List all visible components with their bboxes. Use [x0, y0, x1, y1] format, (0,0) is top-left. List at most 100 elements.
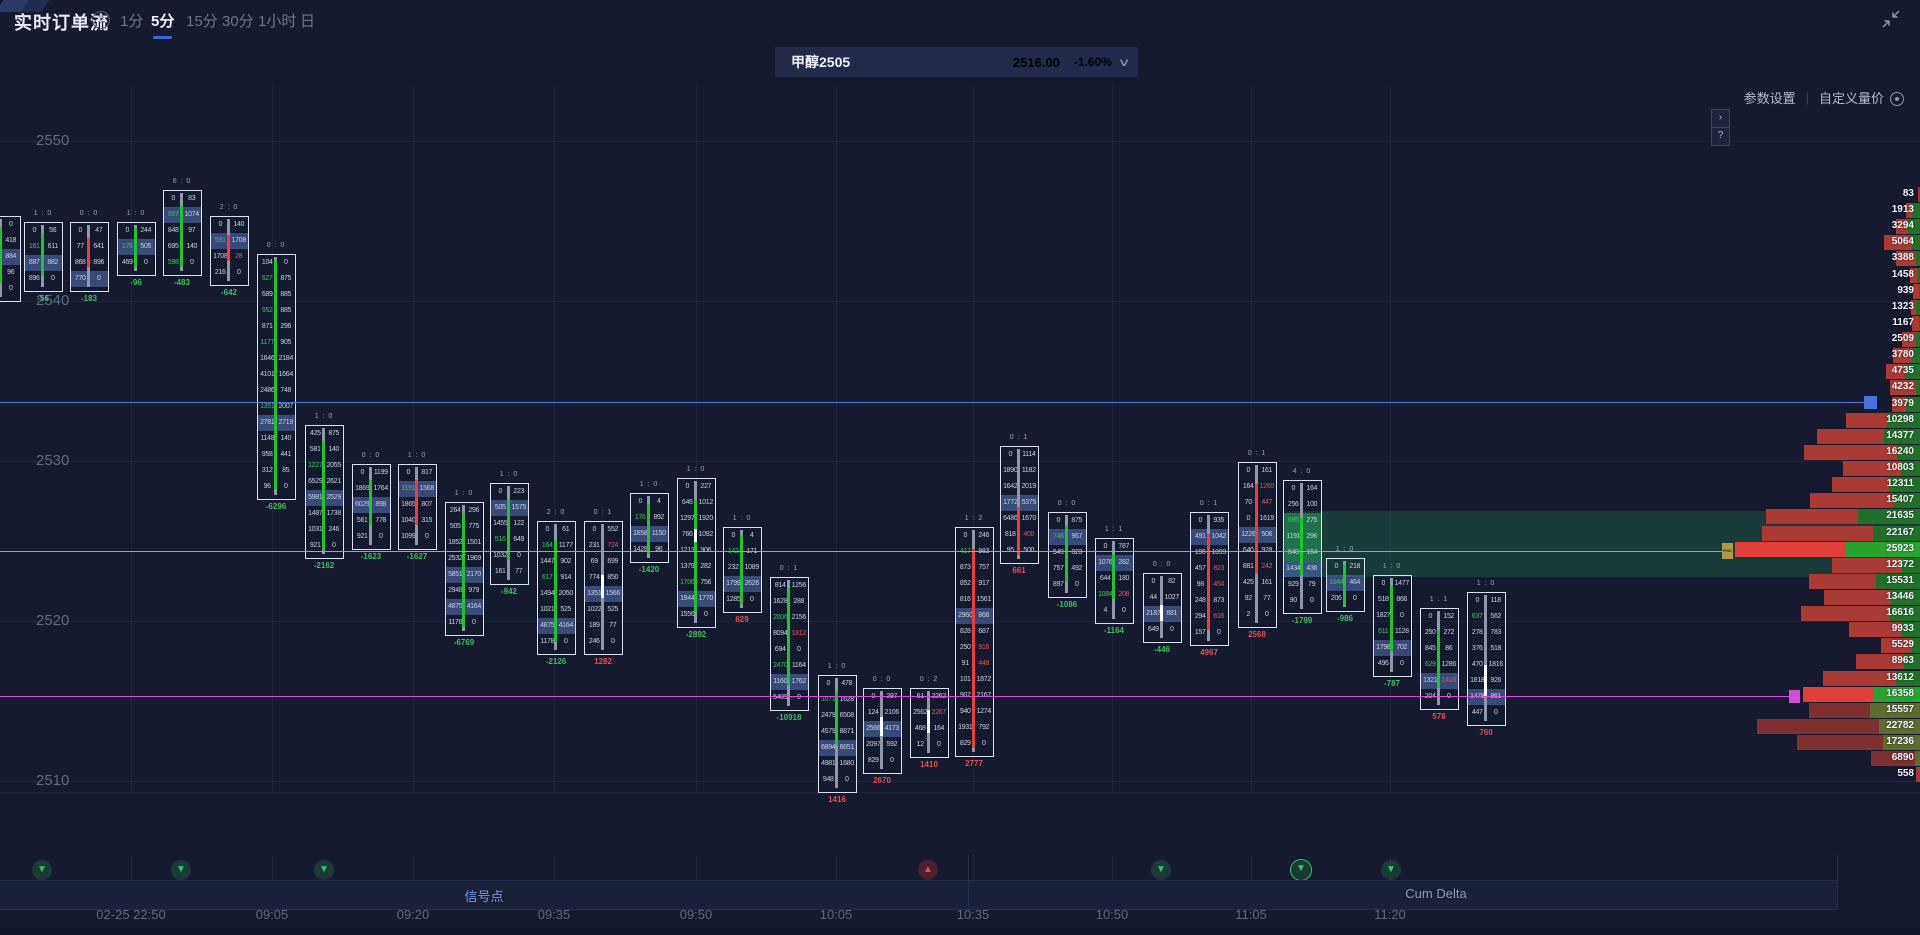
footprint-candle[interactable]: 0414217123210891799262612850 [723, 527, 762, 613]
upper-blue-marker[interactable] [1864, 396, 1877, 409]
profile-row[interactable]: 25923 [1720, 542, 1920, 557]
footprint-candle[interactable]: 0835571074848976951405980 [163, 190, 202, 276]
footprint-candle[interactable]: 047776418688967700 [70, 222, 109, 292]
footprint-candle[interactable]: 8141256162828820062156809418126940247011… [770, 577, 809, 711]
candle-delta-label: -1086 [1057, 600, 1077, 609]
ask-volume: 164 [1303, 481, 1322, 497]
ask-volume: 6651 [838, 740, 857, 756]
footprint-candle[interactable]: 1040627875689885952885871296117790516462… [257, 254, 296, 500]
profile-row[interactable]: 3294 [1720, 219, 1920, 234]
profile-row[interactable]: 1913 [1720, 203, 1920, 218]
footprint-candle[interactable]: 0417689216581150142896 [630, 493, 669, 563]
footprint-candle[interactable]: 0611641177144790261791414942050102152548… [537, 521, 576, 655]
footprint-candle[interactable]: 0111418901182164220191772537564861670818… [1000, 446, 1039, 564]
footprint-candle[interactable]: 61226225622267468164120 [910, 688, 949, 758]
profile-row[interactable]: 3780 [1720, 348, 1920, 363]
footprint-candle[interactable]: 0161164126070447016191226506640928881242… [1238, 462, 1277, 628]
ask-volume: 6508 [838, 708, 857, 724]
footprint-candle[interactable]: 011991869176460298985617789210 [352, 464, 391, 550]
footprint-candle[interactable]: 0246417983873757852917816156129608688286… [955, 527, 994, 757]
order-flow-app: 实时订单流 ? 1分5分15分30分1小时日 甲醇2505 2516.00 -1… [0, 0, 1920, 935]
profile-row[interactable]: 16240 [1720, 445, 1920, 460]
buy-signal-icon[interactable]: ▼ [1151, 860, 1171, 880]
profile-row[interactable]: 15531 [1720, 574, 1920, 589]
profile-row[interactable]: 13446 [1720, 590, 1920, 605]
profile-row[interactable]: 16358 [1720, 687, 1920, 702]
profile-row[interactable]: 15407 [1720, 493, 1920, 508]
profile-row[interactable]: 4232 [1720, 380, 1920, 395]
footprint-candle[interactable]: 3120546418102188435596880 [0, 216, 21, 302]
profile-row[interactable]: 8963 [1720, 654, 1920, 669]
ask-volume: 649 [510, 532, 529, 548]
footprint-candle[interactable]: 0227646101212971920766109212139061379282… [677, 478, 716, 628]
profile-row[interactable]: 22167 [1720, 526, 1920, 541]
footprint-candle[interactable]: 0552231724696997748501351156610225251897… [584, 521, 623, 655]
profile-volume-value: 1167 [1892, 317, 1914, 328]
profile-row[interactable]: 10298 [1720, 413, 1920, 428]
footprint-candle[interactable]: 08244102721878816490 [1143, 573, 1182, 643]
ask-volume: 914 [557, 570, 576, 586]
lower-magenta-marker[interactable] [1789, 690, 1800, 703]
footprint-candle[interactable]: 2642965057751852150125321969585121702948… [445, 502, 484, 636]
signal-panel-label[interactable]: 信号点 [464, 886, 503, 905]
ask-volume: 246 [975, 528, 994, 544]
profile-row[interactable]: 16616 [1720, 606, 1920, 621]
footprint-candle[interactable]: 0152250272845866291286132114182040 [1420, 608, 1459, 710]
profile-row[interactable]: 3388 [1720, 251, 1920, 266]
profile-row[interactable]: 6890 [1720, 751, 1920, 766]
profile-row[interactable]: 3979 [1720, 397, 1920, 412]
candle-delta-label: 2777 [965, 759, 983, 768]
footprint-candle[interactable]: 0478107116282479650845798871689466514981… [818, 675, 857, 793]
profile-row[interactable]: 939 [1720, 284, 1920, 299]
profile-row[interactable]: 13612 [1720, 671, 1920, 686]
profile-row[interactable]: 1167 [1720, 316, 1920, 331]
profile-row[interactable]: 14377 [1720, 429, 1920, 444]
profile-row[interactable]: 2509 [1720, 332, 1920, 347]
ask-volume: 0 [1210, 625, 1229, 641]
profile-row[interactable]: 10803 [1720, 461, 1920, 476]
profile-sell-bar [1809, 574, 1876, 589]
order-flow-chart[interactable]: 02-25 22:5009:0509:2009:3509:5010:0510:3… [0, 0, 1920, 935]
ask-volume: 28 [230, 249, 249, 265]
footprint-candle[interactable]: 0223505157514551225166491032016177 [490, 483, 529, 585]
footprint-candle[interactable]: 021810444642060 [1326, 558, 1365, 612]
sell-signal-icon[interactable]: ▲ [918, 860, 938, 880]
expand-panel-button[interactable]: › [1711, 109, 1730, 128]
footprint-candle[interactable]: 029712421062566417320975928290 [863, 688, 902, 774]
profile-row[interactable]: 12311 [1720, 477, 1920, 492]
footprint-candle[interactable]: 0935491104219610994578239845424887329461… [1190, 512, 1229, 646]
profile-row[interactable]: 1323 [1720, 300, 1920, 315]
footprint-candle[interactable]: 014059117081708282160 [210, 216, 249, 286]
time-gridline [554, 855, 555, 880]
panel-help-button[interactable]: ? [1711, 127, 1730, 146]
profile-row[interactable]: 5064 [1720, 235, 1920, 250]
footprint-candle[interactable]: 02441765054690 [117, 222, 156, 276]
footprint-candle[interactable]: 0561616118878828960 [24, 222, 63, 292]
footprint-candle[interactable]: 08757489675498237574928970 [1048, 512, 1087, 598]
profile-row[interactable]: 1458 [1720, 268, 1920, 283]
profile-row[interactable]: 558 [1720, 767, 1920, 782]
profile-row[interactable]: 22782 [1720, 719, 1920, 734]
profile-row[interactable]: 15557 [1720, 703, 1920, 718]
buy-signal-icon[interactable]: ▼ [314, 860, 334, 880]
buy-signal-icon[interactable]: ▼ [1381, 860, 1401, 880]
buy-signal-icon[interactable]: ▼ [171, 860, 191, 880]
profile-row[interactable]: 21635 [1720, 509, 1920, 524]
ask-volume: 2106 [883, 705, 902, 721]
footprint-candle[interactable]: 0164256100695275119129664016414344369297… [1283, 480, 1322, 614]
footprint-candle[interactable]: 0147751886618270611112817987024960 [1373, 575, 1412, 677]
footprint-candle[interactable]: 0817119115681865807104031510990 [398, 464, 437, 550]
buy-signal-icon[interactable]: ▼ [32, 860, 52, 880]
profile-row[interactable]: 9933 [1720, 622, 1920, 637]
buy-signal-icon[interactable]: ▼ [1290, 859, 1312, 881]
footprint-candle[interactable]: 0118637562278783376518470181618189261478… [1467, 592, 1506, 726]
ask-volume: 79 [1303, 577, 1322, 593]
cum-delta-panel-label[interactable]: Cum Delta [1405, 886, 1466, 901]
footprint-candle[interactable]: 4258755811401227205565292621598125291487… [305, 425, 344, 559]
profile-row[interactable]: 5529 [1720, 638, 1920, 653]
profile-row[interactable]: 4735 [1720, 364, 1920, 379]
poc-yellow-marker[interactable]: POC [1722, 543, 1733, 559]
profile-row[interactable]: 83 [1720, 187, 1920, 202]
profile-row[interactable]: 12372 [1720, 558, 1920, 573]
profile-row[interactable]: 17236 [1720, 735, 1920, 750]
